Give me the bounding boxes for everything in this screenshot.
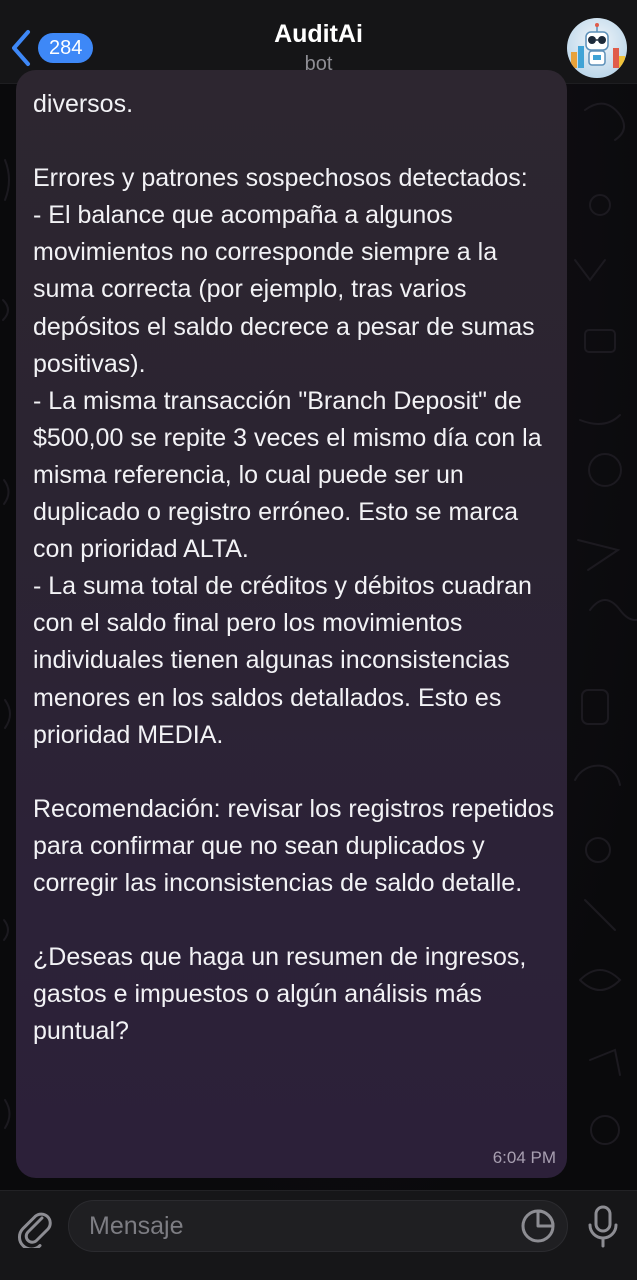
chat-screen: 284 AuditAi bot diversos. Errores y patr… <box>0 0 637 1280</box>
chat-title[interactable]: AuditAi <box>0 20 637 49</box>
sticker-icon <box>521 1209 555 1243</box>
message-timestamp: 6:04 PM <box>492 1148 556 1167</box>
sticker-button[interactable] <box>520 1208 556 1244</box>
attach-button[interactable] <box>14 1204 54 1251</box>
message-input[interactable] <box>89 1201 509 1251</box>
robot-avatar-icon <box>567 18 627 78</box>
bot-avatar[interactable] <box>567 18 627 78</box>
paperclip-icon <box>18 1212 52 1251</box>
message-text: diversos. Errores y patrones sospechosos… <box>33 90 555 1046</box>
microphone-icon <box>588 1205 618 1248</box>
microphone-button[interactable] <box>586 1204 620 1250</box>
message-input-field[interactable] <box>68 1200 568 1252</box>
